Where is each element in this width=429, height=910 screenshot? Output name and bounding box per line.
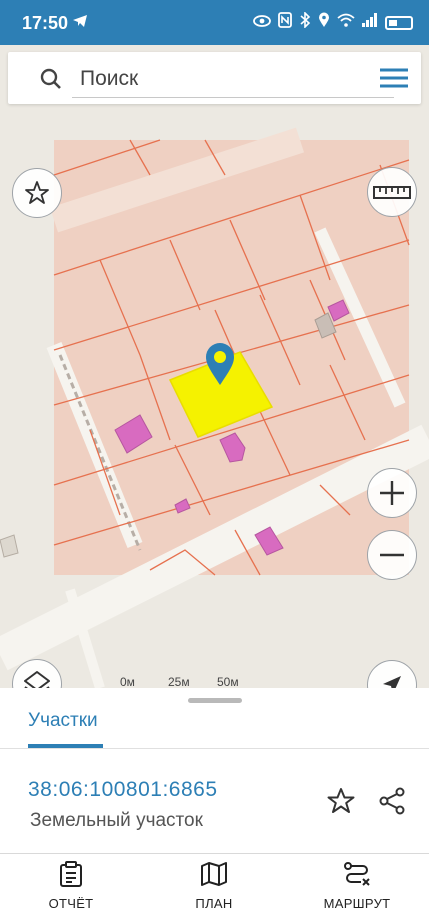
- star-icon[interactable]: [326, 786, 356, 816]
- share-icon[interactable]: [377, 786, 407, 816]
- route-icon: [344, 862, 370, 886]
- minus-icon: [380, 553, 404, 557]
- search-bar: [8, 52, 421, 104]
- battery-icon: [385, 15, 413, 30]
- bottom-nav-divider: [0, 853, 429, 854]
- status-time: 17:50: [22, 13, 69, 33]
- tab-parcels[interactable]: Участки: [28, 710, 98, 732]
- wifi-icon: [337, 13, 355, 32]
- zoom-out-button[interactable]: [367, 530, 417, 580]
- nav-report-label: ОТЧЁТ: [48, 896, 94, 910]
- map-icon: [201, 862, 227, 886]
- search-input[interactable]: [72, 60, 394, 98]
- scale-label-25: 25м: [168, 675, 190, 688]
- nav-plan-button[interactable]: ПЛАН: [159, 861, 269, 910]
- bluetooth-icon: [299, 11, 311, 33]
- map-scale: 0м 25м 50м: [120, 675, 240, 688]
- nav-report-button[interactable]: ОТЧЁТ: [16, 861, 126, 910]
- tab-divider: [0, 748, 429, 749]
- scale-label-50: 50м: [217, 675, 239, 688]
- star-icon: [25, 181, 49, 204]
- signal-icon: [362, 13, 378, 32]
- map-favorite-button[interactable]: [12, 168, 62, 218]
- menu-icon[interactable]: [379, 68, 409, 88]
- scale-label-0: 0м: [120, 675, 135, 688]
- navigation-arrow-icon: [383, 676, 401, 688]
- map-pin-icon[interactable]: [204, 342, 236, 386]
- nav-plan-label: ПЛАН: [195, 896, 233, 910]
- eye-icon: [253, 14, 271, 32]
- nfc-icon: [278, 12, 292, 33]
- map[interactable]: 0м 25м 50м: [0, 45, 429, 688]
- search-icon[interactable]: [40, 68, 62, 90]
- location-icon: [318, 12, 330, 33]
- zoom-in-button[interactable]: [367, 468, 417, 518]
- parcel-type: Земельный участок: [30, 810, 203, 831]
- status-icons: [253, 11, 413, 33]
- nav-route-label: МАРШРУТ: [323, 896, 391, 910]
- layers-icon: [24, 671, 50, 688]
- telegram-icon: [72, 14, 88, 33]
- parcel-number[interactable]: 38:06:100801:6865: [28, 778, 218, 802]
- nav-route-button[interactable]: МАРШРУТ: [302, 861, 412, 910]
- status-bar: 17:50: [0, 0, 429, 45]
- plus-icon: [380, 481, 404, 505]
- clipboard-icon: [60, 861, 82, 887]
- drag-handle[interactable]: [188, 698, 242, 703]
- bottom-sheet: Участки 38:06:100801:6865 Земельный учас…: [0, 688, 429, 910]
- ruler-button[interactable]: [367, 167, 417, 217]
- ruler-icon: [373, 186, 411, 199]
